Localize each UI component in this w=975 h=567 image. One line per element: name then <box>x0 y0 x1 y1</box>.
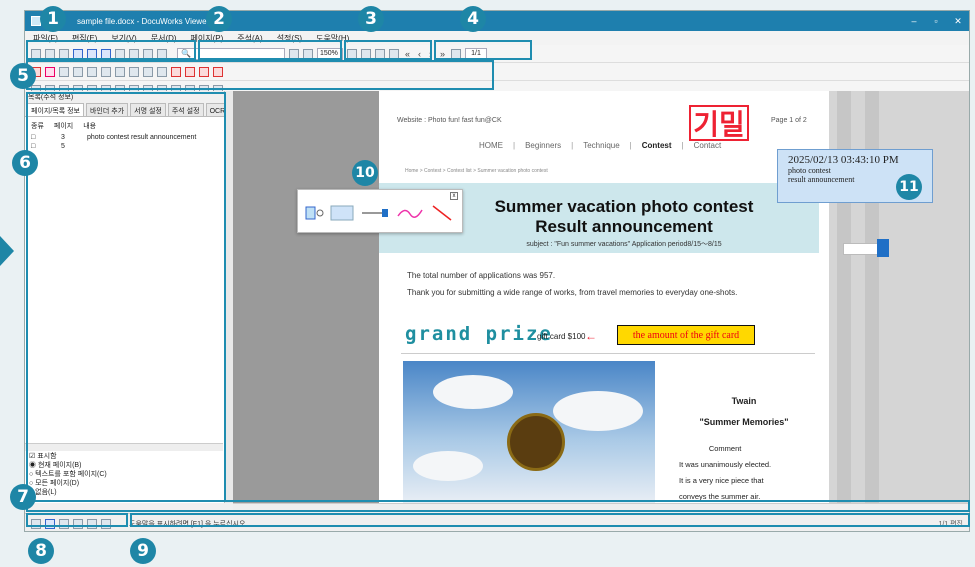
callout-box-2 <box>198 40 342 60</box>
comment-heading: Comment <box>708 444 742 453</box>
nav-contest: Contest <box>641 141 672 150</box>
straight-pen-icon[interactable] <box>430 204 454 222</box>
intro-para-2: Thank you for submitting a wide range of… <box>407 288 738 297</box>
minimize-button[interactable]: – <box>903 16 925 26</box>
callout-badge-8: 8 <box>28 538 54 564</box>
slider-handle[interactable] <box>877 239 889 257</box>
line-width-icon[interactable] <box>360 204 390 222</box>
callout-box-8 <box>26 513 128 527</box>
panel-splitter[interactable] <box>225 91 233 503</box>
nav-contact: Contact <box>693 141 722 150</box>
gift-amount-annotation[interactable]: the amount of the gift card <box>617 325 755 345</box>
winner-info: Twain "Summer Memories" <box>669 391 819 433</box>
intro-text: The total number of applications was 957… <box>407 267 737 301</box>
grand-prize-heading: grand prize <box>405 323 553 345</box>
subject-line: subject : "Fun summer vacations" Applica… <box>526 241 722 248</box>
nav-technique: Technique <box>583 141 620 150</box>
document-viewer: Website : Photo fun! fast fun@CK 기밀 Page… <box>233 91 969 503</box>
divider <box>401 353 815 354</box>
callout-box-4 <box>434 40 532 60</box>
close-icon[interactable]: x <box>450 192 458 200</box>
callout-badge-6: 6 <box>12 150 38 176</box>
page-heading: Summer vacation photo contest Result ann… <box>459 197 789 237</box>
callout-badge-10: 10 <box>352 160 378 186</box>
author-name: Twain <box>731 396 757 406</box>
callout-box-7 <box>26 500 970 512</box>
annotation-line: photo contest <box>788 166 831 175</box>
site-nav: HOME | Beginners | Technique | Contest | Con… <box>479 141 722 150</box>
callout-badge-7: 7 <box>10 484 36 510</box>
pen-style-panel: x <box>297 189 463 233</box>
annotation-timestamp: 2025/02/13 03:43:10 PM <box>788 154 899 166</box>
confidential-stamp[interactable]: 기밀 <box>689 105 749 141</box>
close-button[interactable]: ✕ <box>947 16 969 27</box>
page-tab-arrow <box>0 236 14 266</box>
comment-block: Comment It was unanimously elected. It i… <box>679 441 771 503</box>
page-of-label: Page 1 of 2 <box>771 117 807 124</box>
callout-box-6 <box>26 92 226 502</box>
breadcrumb: Home > Contest > Contest list > Summer v… <box>405 168 548 174</box>
callout-badge-4: 4 <box>460 6 486 32</box>
callout-box-9 <box>130 513 970 527</box>
intro-para-1: The total number of applications was 957… <box>407 271 556 280</box>
nav-beginners: Beginners <box>525 141 562 150</box>
callout-badge-11: 11 <box>896 174 922 200</box>
comment-line: It is a very nice piece that <box>679 476 764 485</box>
gift-label: gift card $100 <box>537 332 586 341</box>
website-label: Website : Photo fun! fast fun@CK <box>397 117 502 124</box>
work-title: "Summer Memories" <box>699 417 789 427</box>
color-swatch-icon[interactable] <box>330 204 354 222</box>
callout-badge-9: 9 <box>130 538 156 564</box>
callout-badge-3: 3 <box>358 6 384 32</box>
pen-settings-icon[interactable] <box>304 204 326 222</box>
heading-line-2: Result announcement <box>535 217 713 236</box>
heading-line-1: Summer vacation photo contest <box>494 197 754 216</box>
callout-box-3 <box>344 40 432 60</box>
callout-box-5 <box>26 60 494 90</box>
callout-badge-5: 5 <box>10 63 36 89</box>
callout-box-1 <box>26 40 196 60</box>
callout-badge-2: 2 <box>206 6 232 32</box>
sunflower-photo <box>403 361 655 503</box>
document-page: Website : Photo fun! fast fun@CK 기밀 Page… <box>379 91 829 503</box>
comment-line: It was unanimously elected. <box>679 460 772 469</box>
title-bar: sample file.docx - DocuWorks Viewer – ▫ … <box>25 11 969 31</box>
curve-pen-icon[interactable] <box>396 204 424 222</box>
callout-badge-1: 1 <box>40 6 66 32</box>
maximize-button[interactable]: ▫ <box>925 16 947 26</box>
arrow-annotation[interactable]: ← <box>585 329 597 343</box>
nav-home: HOME <box>479 141 503 150</box>
